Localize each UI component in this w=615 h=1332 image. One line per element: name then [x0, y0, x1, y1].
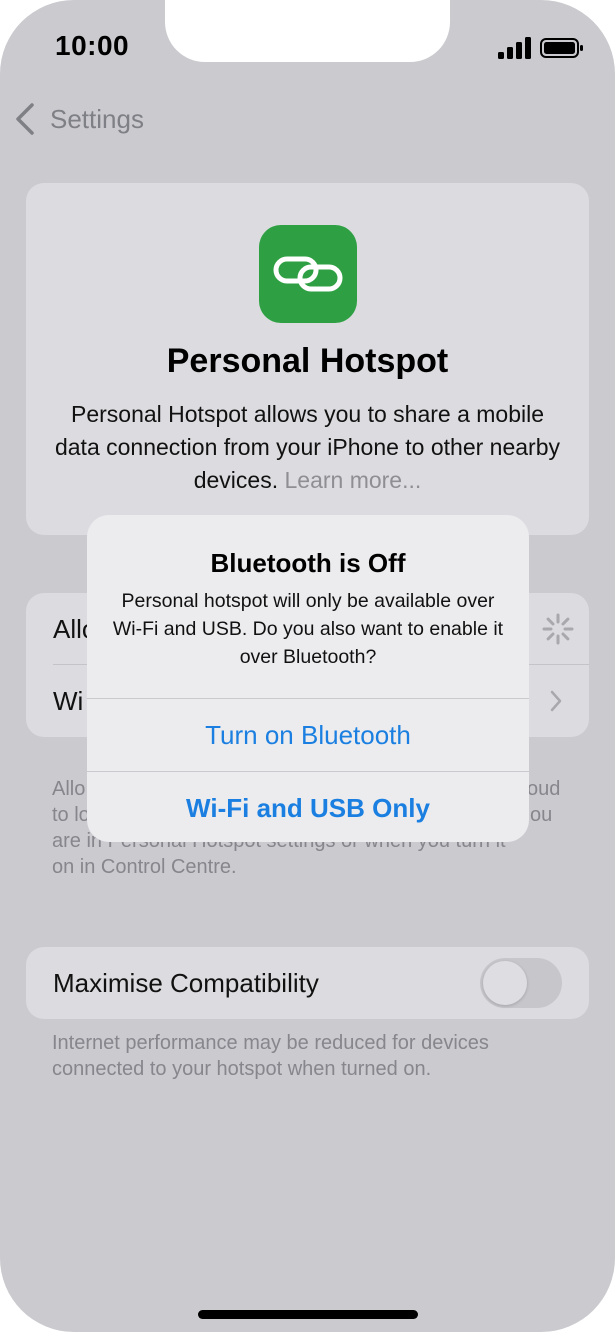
- allow-footnote-fragment: ou: [530, 804, 553, 826]
- compatibility-label: Maximise Compatibility: [53, 968, 319, 998]
- turn-on-bluetooth-button[interactable]: Turn on Bluetooth: [87, 699, 529, 771]
- page-title: Personal Hotspot: [166, 342, 449, 380]
- home-indicator[interactable]: [198, 1310, 418, 1319]
- compatibility-toggle[interactable]: [480, 958, 562, 1008]
- battery-icon: [540, 38, 583, 58]
- allow-footnote-line: to lo: [52, 804, 90, 826]
- back-chevron-icon: [16, 103, 34, 135]
- learn-more-link[interactable]: Learn more...: [284, 467, 421, 493]
- signal-icon: [498, 37, 531, 59]
- alert-title: Bluetooth is Off: [210, 548, 406, 578]
- allow-footnote-line: on in Control Centre.: [52, 856, 237, 878]
- status-time: 10:00: [55, 30, 130, 61]
- back-button[interactable]: Settings: [14, 101, 144, 137]
- allow-footnote-fragment: oud: [527, 778, 561, 800]
- allow-footnote-line: Allo: [52, 778, 86, 800]
- bluetooth-alert-dialog: Bluetooth is Off Personal hotspot will o…: [87, 515, 529, 842]
- wifi-password-row-label[interactable]: Wi: [53, 686, 83, 717]
- notch: [165, 0, 450, 62]
- loading-spinner-icon: [542, 613, 574, 645]
- chevron-right-icon: [550, 690, 562, 712]
- alert-message: Personal hotspot will only be available …: [112, 590, 504, 668]
- hotspot-description: Personal Hotspot allows you to share a m…: [50, 398, 565, 497]
- hotspot-link-icon: [259, 225, 357, 323]
- phone-screen: 10:00 Settings Personal Hotspot Personal…: [0, 0, 615, 1332]
- toggle-knob: [483, 961, 527, 1005]
- wifi-usb-only-button[interactable]: Wi-Fi and USB Only: [87, 772, 529, 842]
- compatibility-footnote: Internet performance may be reduced for …: [52, 1032, 489, 1080]
- back-label: Settings: [50, 103, 144, 134]
